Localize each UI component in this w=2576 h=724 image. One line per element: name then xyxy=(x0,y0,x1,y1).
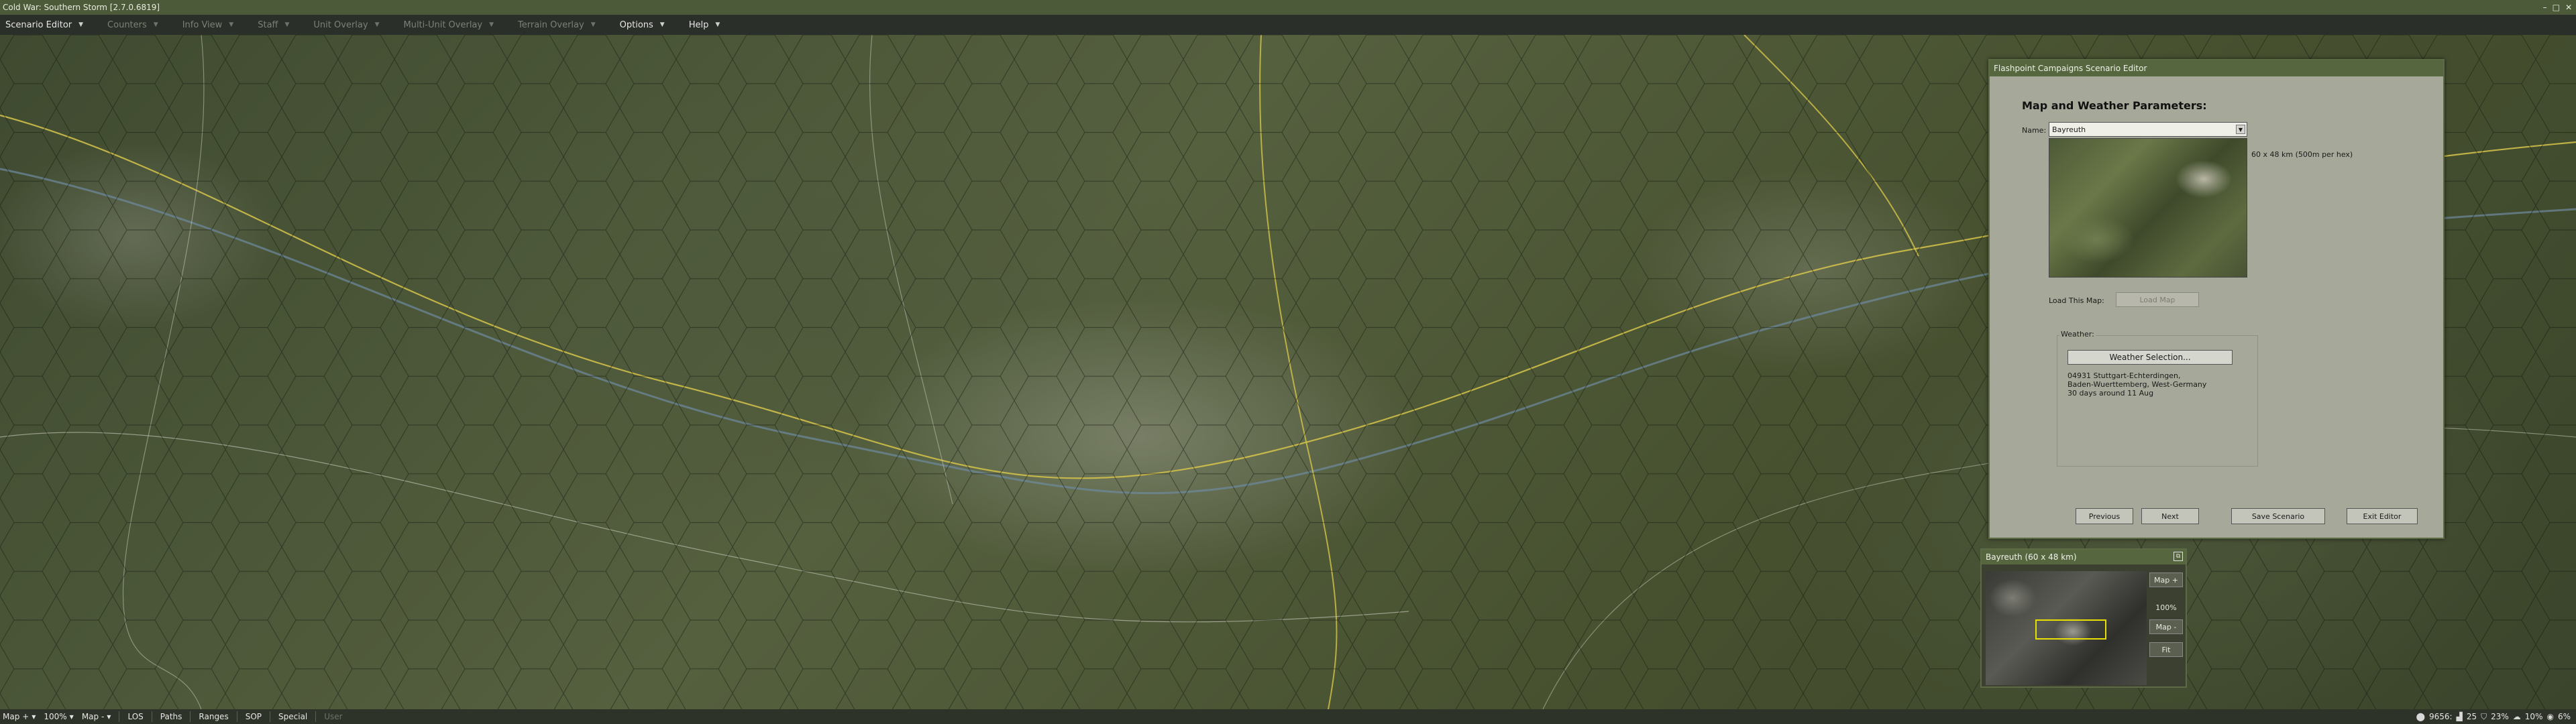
chevron-down-icon: ▼ xyxy=(489,21,494,28)
status-paths-toggle[interactable]: Paths xyxy=(160,712,182,721)
map-name-value: Bayreuth xyxy=(2052,125,2086,134)
weather-station: 04931 Stuttgart-Echterdingen, xyxy=(2068,371,2181,380)
minimap-title-bar: Bayreuth (60 x 48 km) ⧉ xyxy=(1982,550,2186,564)
menu-options[interactable]: Options ▼ xyxy=(620,20,665,30)
weather-icon: ☁ xyxy=(2512,712,2521,721)
close-button[interactable]: ✕ xyxy=(2565,3,2572,12)
chevron-down-icon: ▼ xyxy=(153,21,158,28)
exit-editor-button[interactable]: Exit Editor xyxy=(2347,508,2418,524)
menu-label: Scenario Editor xyxy=(5,19,72,30)
menu-label: Info View xyxy=(182,19,223,30)
weather-region: Baden-Wuerttemberg, West-Germany xyxy=(2068,380,2207,389)
status-map-plus[interactable]: Map + ▼ xyxy=(3,712,36,721)
chevron-down-icon: ▼ xyxy=(590,21,596,28)
page-title: Map and Weather Parameters: xyxy=(2022,99,2207,112)
divider xyxy=(315,711,317,722)
weather-period: 30 days around 11 Aug xyxy=(2068,389,2154,398)
readiness-icon: ⬤ xyxy=(2416,712,2425,721)
menu-label: Unit Overlay xyxy=(313,19,368,30)
next-button[interactable]: Next xyxy=(2141,508,2199,524)
map-name-select[interactable]: Bayreuth ▼ xyxy=(2049,122,2247,137)
status-los-toggle[interactable]: LOS xyxy=(127,712,143,721)
weather-percent-value: 10% xyxy=(2524,712,2543,721)
map-preview-image xyxy=(2049,138,2247,278)
menu-multi-unit-overlay[interactable]: Multi-Unit Overlay ▼ xyxy=(403,20,494,30)
dialog-title-bar: Flashpoint Campaigns Scenario Editor xyxy=(1990,60,2443,76)
chevron-down-icon: ▼ xyxy=(229,21,234,28)
readiness-value: 9656: xyxy=(2429,712,2453,721)
minimap-zoom-level: 100% xyxy=(2155,603,2177,612)
minimap-title: Bayreuth (60 x 48 km) xyxy=(1986,552,2077,562)
save-scenario-button[interactable]: Save Scenario xyxy=(2231,508,2325,524)
status-label: Map + xyxy=(3,712,30,721)
chart-icon: ▟ xyxy=(2456,712,2463,721)
name-label: Name: xyxy=(2022,126,2047,135)
menu-scenario-editor[interactable]: Scenario Editor ▼ xyxy=(5,20,83,30)
chevron-down-icon: ▼ xyxy=(284,21,290,28)
status-zoom[interactable]: 100% ▼ xyxy=(44,712,73,721)
status-label: Map - xyxy=(81,712,105,721)
visibility-value: 6% xyxy=(2557,712,2571,721)
status-label: 100% xyxy=(44,712,67,721)
window-title: Cold War: Southern Storm [2.7.0.6819] xyxy=(3,3,160,12)
menu-label: Options xyxy=(619,19,653,30)
load-map-button[interactable]: Load Map xyxy=(2116,292,2199,307)
title-bar: Cold War: Southern Storm [2.7.0.6819] – … xyxy=(0,0,2576,15)
status-user-toggle[interactable]: User xyxy=(324,712,342,721)
menu-staff[interactable]: Staff ▼ xyxy=(258,20,289,30)
mode-value: 25 xyxy=(2466,712,2477,721)
status-sop-toggle[interactable]: SOP xyxy=(246,712,262,721)
load-map-label: Load This Map: xyxy=(2049,296,2104,305)
menu-terrain-overlay[interactable]: Terrain Overlay ▼ xyxy=(518,20,596,30)
minimap-map-plus-button[interactable]: Map + xyxy=(2149,572,2183,587)
minimap-thumbnail[interactable] xyxy=(1986,571,2147,685)
minimize-button[interactable]: – xyxy=(2543,3,2547,12)
chevron-down-icon: ▼ xyxy=(32,713,36,720)
shield-icon: ⛉ xyxy=(2481,711,2487,721)
menu-unit-overlay[interactable]: Unit Overlay ▼ xyxy=(313,20,379,30)
status-special-toggle[interactable]: Special xyxy=(278,712,307,721)
chevron-down-icon: ▼ xyxy=(69,713,74,720)
chevron-down-icon: ▼ xyxy=(659,21,665,28)
weather-label: Weather: xyxy=(2059,330,2096,339)
minimap-window: Bayreuth (60 x 48 km) ⧉ Map + 100% Map -… xyxy=(1980,548,2187,688)
maximize-button[interactable]: □ xyxy=(2553,3,2560,12)
chevron-down-icon: ▼ xyxy=(78,21,84,28)
previous-button[interactable]: Previous xyxy=(2076,508,2133,524)
chevron-down-icon: ▼ xyxy=(715,21,720,28)
weather-description: 04931 Stuttgart-Echterdingen, Baden-Wuer… xyxy=(2068,371,2206,398)
visibility-icon: ◉ xyxy=(2546,712,2554,721)
weather-selection-button[interactable]: Weather Selection... xyxy=(2068,350,2233,365)
popout-icon[interactable]: ⧉ xyxy=(2174,552,2183,561)
minimap-fit-button[interactable]: Fit xyxy=(2149,642,2183,657)
chevron-down-icon[interactable]: ▼ xyxy=(2236,125,2245,134)
minimap-viewport-frame[interactable] xyxy=(2035,619,2106,640)
chevron-down-icon: ▼ xyxy=(374,21,380,28)
menu-label: Multi-Unit Overlay xyxy=(403,19,483,30)
menu-label: Counters xyxy=(107,19,147,30)
menu-label: Terrain Overlay xyxy=(518,19,584,30)
menu-bar: Scenario Editor ▼ Counters ▼ Info View ▼ St… xyxy=(0,15,2576,35)
minimap-map-minus-button[interactable]: Map - xyxy=(2149,619,2183,634)
status-map-minus[interactable]: Map - ▼ xyxy=(82,712,111,721)
fatigue-value: 23% xyxy=(2491,712,2509,721)
menu-help[interactable]: Help ▼ xyxy=(689,20,720,30)
menu-info-view[interactable]: Info View ▼ xyxy=(182,20,234,30)
divider xyxy=(190,711,191,722)
dialog-title: Flashpoint Campaigns Scenario Editor xyxy=(1994,64,2147,73)
chevron-down-icon: ▼ xyxy=(107,713,111,720)
menu-label: Staff xyxy=(258,19,278,30)
scenario-editor-dialog: Flashpoint Campaigns Scenario Editor Map… xyxy=(1988,59,2445,539)
map-size-text: 60 x 48 km (500m per hex) xyxy=(2251,150,2353,159)
status-ranges-toggle[interactable]: Ranges xyxy=(199,712,228,721)
menu-counters[interactable]: Counters ▼ xyxy=(107,20,158,30)
menu-label: Help xyxy=(688,19,709,30)
status-bar: Map + ▼ 100% ▼ Map - ▼ LOS Paths Ranges SOP… xyxy=(0,709,2576,724)
